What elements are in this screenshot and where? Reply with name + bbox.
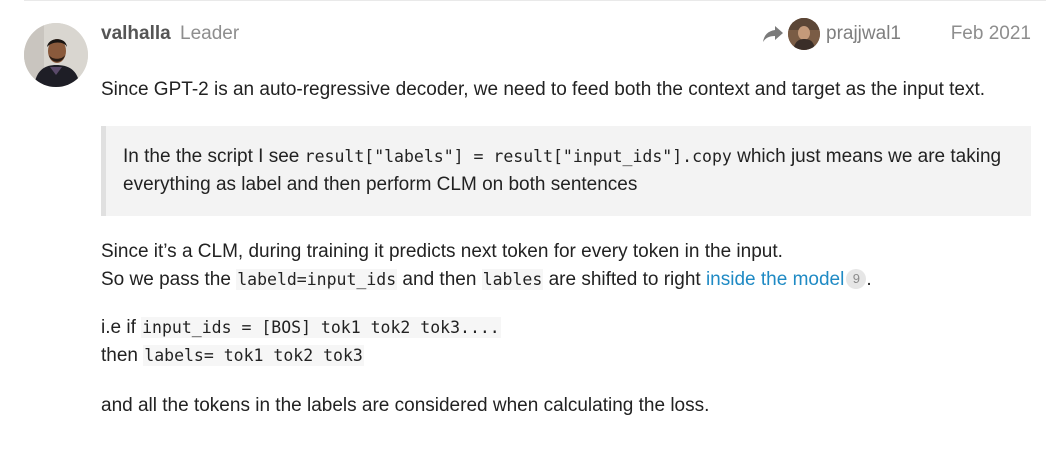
inline-code-input-ids: input_ids = [BOS] tok1 tok2 tok3.... (141, 317, 501, 338)
paragraph-conclusion: and all the tokens in the labels are con… (101, 395, 710, 416)
post-meta: valhalla Leader (101, 22, 239, 46)
inside-the-model-link[interactable]: inside the model (706, 269, 844, 290)
reply-to-tab[interactable]: prajjwal1 (762, 18, 901, 50)
clm-line-2-end: . (866, 269, 872, 290)
paragraph-example: i.e if input_ids = [BOS] tok1 tok2 tok3.… (101, 314, 1031, 370)
example-line-1-pre: i.e if (101, 317, 142, 338)
inline-code-lables: lables (481, 269, 544, 290)
quote-text-pre: In the the script I see (123, 146, 305, 167)
example-line-2-pre: then (101, 345, 144, 366)
post-top-divider (24, 0, 1046, 1)
share-arrow-icon (763, 26, 783, 42)
clm-line-2-post: are shifted to right (543, 269, 706, 290)
quote-code: result["labels"] = result["input_ids"].c… (304, 147, 732, 166)
username-link[interactable]: valhalla (101, 23, 171, 44)
inline-code-labeld: labeld=input_ids (236, 269, 398, 290)
clm-line-2-mid: and then (397, 269, 482, 290)
inline-code-labels: labels= tok1 tok2 tok3 (143, 345, 364, 366)
post-date[interactable]: Feb 2021 (951, 22, 1031, 46)
reply-to-username: prajjwal1 (826, 23, 901, 44)
post-body: Since GPT-2 is an auto-regressive decode… (101, 75, 1031, 420)
blockquote: In the the script I see result["labels"]… (101, 126, 1031, 216)
paragraph-intro: Since GPT-2 is an auto-regressive decode… (101, 79, 986, 100)
clm-line-1: Since it’s a CLM, during training it pre… (101, 241, 783, 262)
link-click-count-badge: 9 (846, 269, 867, 289)
user-avatar[interactable] (24, 23, 88, 87)
clm-line-2-pre: So we pass the (101, 269, 237, 290)
user-title: Leader (180, 23, 240, 44)
reply-to-avatar (788, 18, 820, 50)
paragraph-clm: Since it’s a CLM, during training it pre… (101, 238, 1031, 294)
